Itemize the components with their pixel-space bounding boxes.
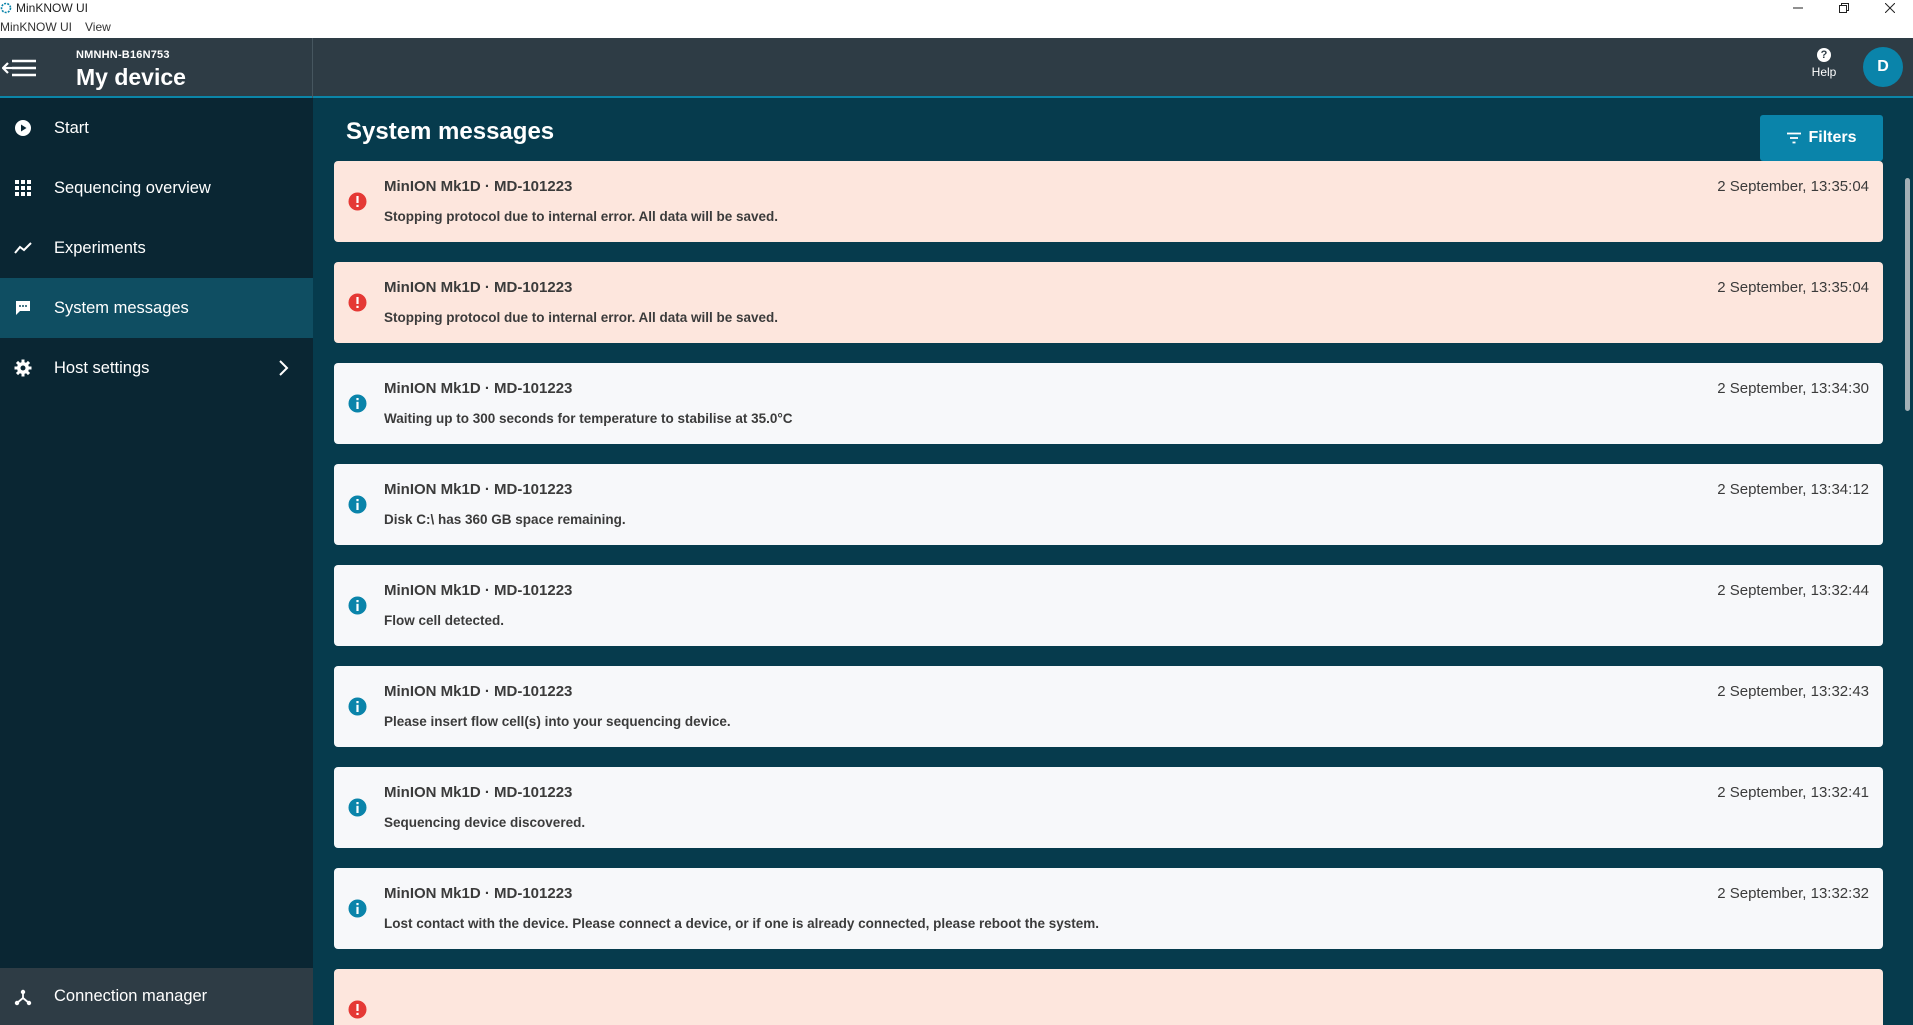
close-button[interactable] (1867, 0, 1913, 16)
message-device: MinION Mk1D · MD-101223 (384, 885, 573, 902)
page-title: System messages (346, 118, 555, 145)
message-card[interactable]: MinION Mk1D · MD-101223 Please insert flo… (334, 666, 1883, 747)
message-timestamp: 2 September, 13:32:43 (1717, 683, 1869, 700)
message-text: Disk C:\ has 360 GB space remaining. (384, 512, 626, 527)
message-text: Please insert flow cell(s) into your seq… (384, 714, 731, 729)
window-title-bar: MinKNOW UI (0, 0, 1913, 16)
message-device: MinION Mk1D · MD-101223 (384, 784, 573, 801)
menu-bar: MinKNOW UI View (0, 16, 1913, 38)
device-title: My device (76, 64, 186, 90)
info-icon (348, 798, 367, 817)
message-device: MinION Mk1D · MD-101223 (384, 582, 573, 599)
message-timestamp: 2 September, 13:34:30 (1717, 380, 1869, 397)
error-icon (348, 1000, 367, 1019)
close-icon (1885, 3, 1895, 13)
message-text: Sequencing device discovered. (384, 815, 586, 830)
menu-minknow-ui[interactable]: MinKNOW UI (0, 20, 72, 34)
gear-icon (14, 359, 32, 377)
message-text: Lost contact with the device. Please con… (384, 916, 1099, 931)
device-id: NMNHN-B16N753 (76, 49, 170, 61)
header-divider (312, 38, 313, 98)
minimize-button[interactable] (1775, 0, 1821, 16)
sidebar-item-experiments[interactable]: Experiments (0, 218, 313, 278)
avatar[interactable]: D (1863, 47, 1903, 87)
message-device: MinION Mk1D · MD-101223 (384, 279, 573, 296)
message-device: MinION Mk1D · MD-101223 (384, 683, 573, 700)
message-timestamp: 2 September, 13:35:04 (1717, 178, 1869, 195)
restore-icon (1839, 3, 1849, 13)
info-icon (348, 899, 367, 918)
sidebar: Start Sequencing overview Experiments Sy… (0, 98, 313, 1025)
trend-line-icon (14, 242, 32, 254)
message-card[interactable]: MinION Mk1D · MD-101223 Disk C:\ has 360 … (334, 464, 1883, 545)
app-header: NMNHN-B16N753 My device ? Help D (0, 38, 1913, 98)
message-text: Flow cell detected. (384, 613, 505, 628)
sidebar-item-label: Sequencing overview (54, 178, 211, 197)
message-card[interactable]: MinION Mk1D · MD-101223 Sequencing device… (334, 767, 1883, 848)
sidebar-item-label: Experiments (54, 238, 146, 257)
app-logo-icon (0, 2, 12, 14)
help-label: Help (1811, 65, 1837, 79)
play-circle-icon (15, 120, 31, 136)
message-text: Stopping protocol due to internal error.… (384, 209, 779, 224)
restore-button[interactable] (1821, 0, 1867, 16)
message-device: MinION Mk1D · MD-101223 (384, 481, 573, 498)
error-icon (348, 192, 367, 211)
window-title: MinKNOW UI (16, 1, 88, 15)
message-device: MinION Mk1D · MD-101223 (384, 178, 573, 195)
sidebar-item-start[interactable]: Start (0, 98, 313, 158)
grid-icon (15, 180, 31, 196)
network-icon (14, 989, 32, 1005)
menu-view[interactable]: View (85, 20, 111, 34)
info-icon (348, 596, 367, 615)
message-timestamp: 2 September, 13:32:32 (1717, 885, 1869, 902)
message-card[interactable]: MinION Mk1D · MD-101223 Lost contact with… (334, 868, 1883, 949)
message-card[interactable]: MinION Mk1D · MD-101223 Flow cell detecte… (334, 565, 1883, 646)
sidebar-item-connection-manager[interactable]: Connection manager (0, 968, 313, 1025)
message-device: MinION Mk1D · MD-101223 (384, 380, 573, 397)
sidebar-item-label: Host settings (54, 358, 150, 377)
filter-icon (1787, 132, 1802, 144)
message-card[interactable]: MinION Mk1D · MD-101223 Waiting up to 300… (334, 363, 1883, 444)
info-icon (348, 697, 367, 716)
info-icon (348, 495, 367, 514)
sidebar-item-host-settings[interactable]: Host settings (0, 338, 313, 398)
connection-manager-label: Connection manager (54, 987, 208, 1005)
sidebar-item-label: System messages (54, 298, 189, 317)
message-timestamp: 2 September, 13:32:41 (1717, 784, 1869, 801)
info-icon (348, 394, 367, 413)
error-icon (348, 293, 367, 312)
message-timestamp: 2 September, 13:35:04 (1717, 279, 1869, 296)
help-icon: ? (1817, 48, 1831, 62)
window-controls (1775, 0, 1913, 16)
message-timestamp: 2 September, 13:32:44 (1717, 582, 1869, 599)
message-text: Stopping protocol due to internal error.… (384, 310, 779, 325)
collapse-menu-icon[interactable] (2, 54, 36, 82)
filters-label: Filters (1808, 129, 1857, 146)
filters-button[interactable]: Filters (1760, 115, 1883, 161)
chevron-right-icon (279, 360, 289, 376)
chat-bubble-icon (16, 301, 30, 315)
minimize-icon (1793, 7, 1803, 9)
message-text: Waiting up to 300 seconds for temperatur… (384, 411, 793, 426)
main-content: System messages Filters MinION Mk1D · MD… (313, 98, 1913, 1025)
message-card[interactable]: MinION Mk1D · MD-101223 Stopping protocol… (334, 161, 1883, 242)
scrollbar-thumb[interactable] (1905, 178, 1910, 411)
message-timestamp: 2 September, 13:34:12 (1717, 481, 1869, 498)
message-card[interactable] (334, 969, 1883, 1025)
message-card[interactable]: MinION Mk1D · MD-101223 Stopping protocol… (334, 262, 1883, 343)
sidebar-item-system-messages[interactable]: System messages (0, 278, 313, 338)
sidebar-item-label: Start (54, 118, 89, 137)
sidebar-item-sequencing-overview[interactable]: Sequencing overview (0, 158, 313, 218)
help-button[interactable]: ? Help (1806, 48, 1842, 79)
